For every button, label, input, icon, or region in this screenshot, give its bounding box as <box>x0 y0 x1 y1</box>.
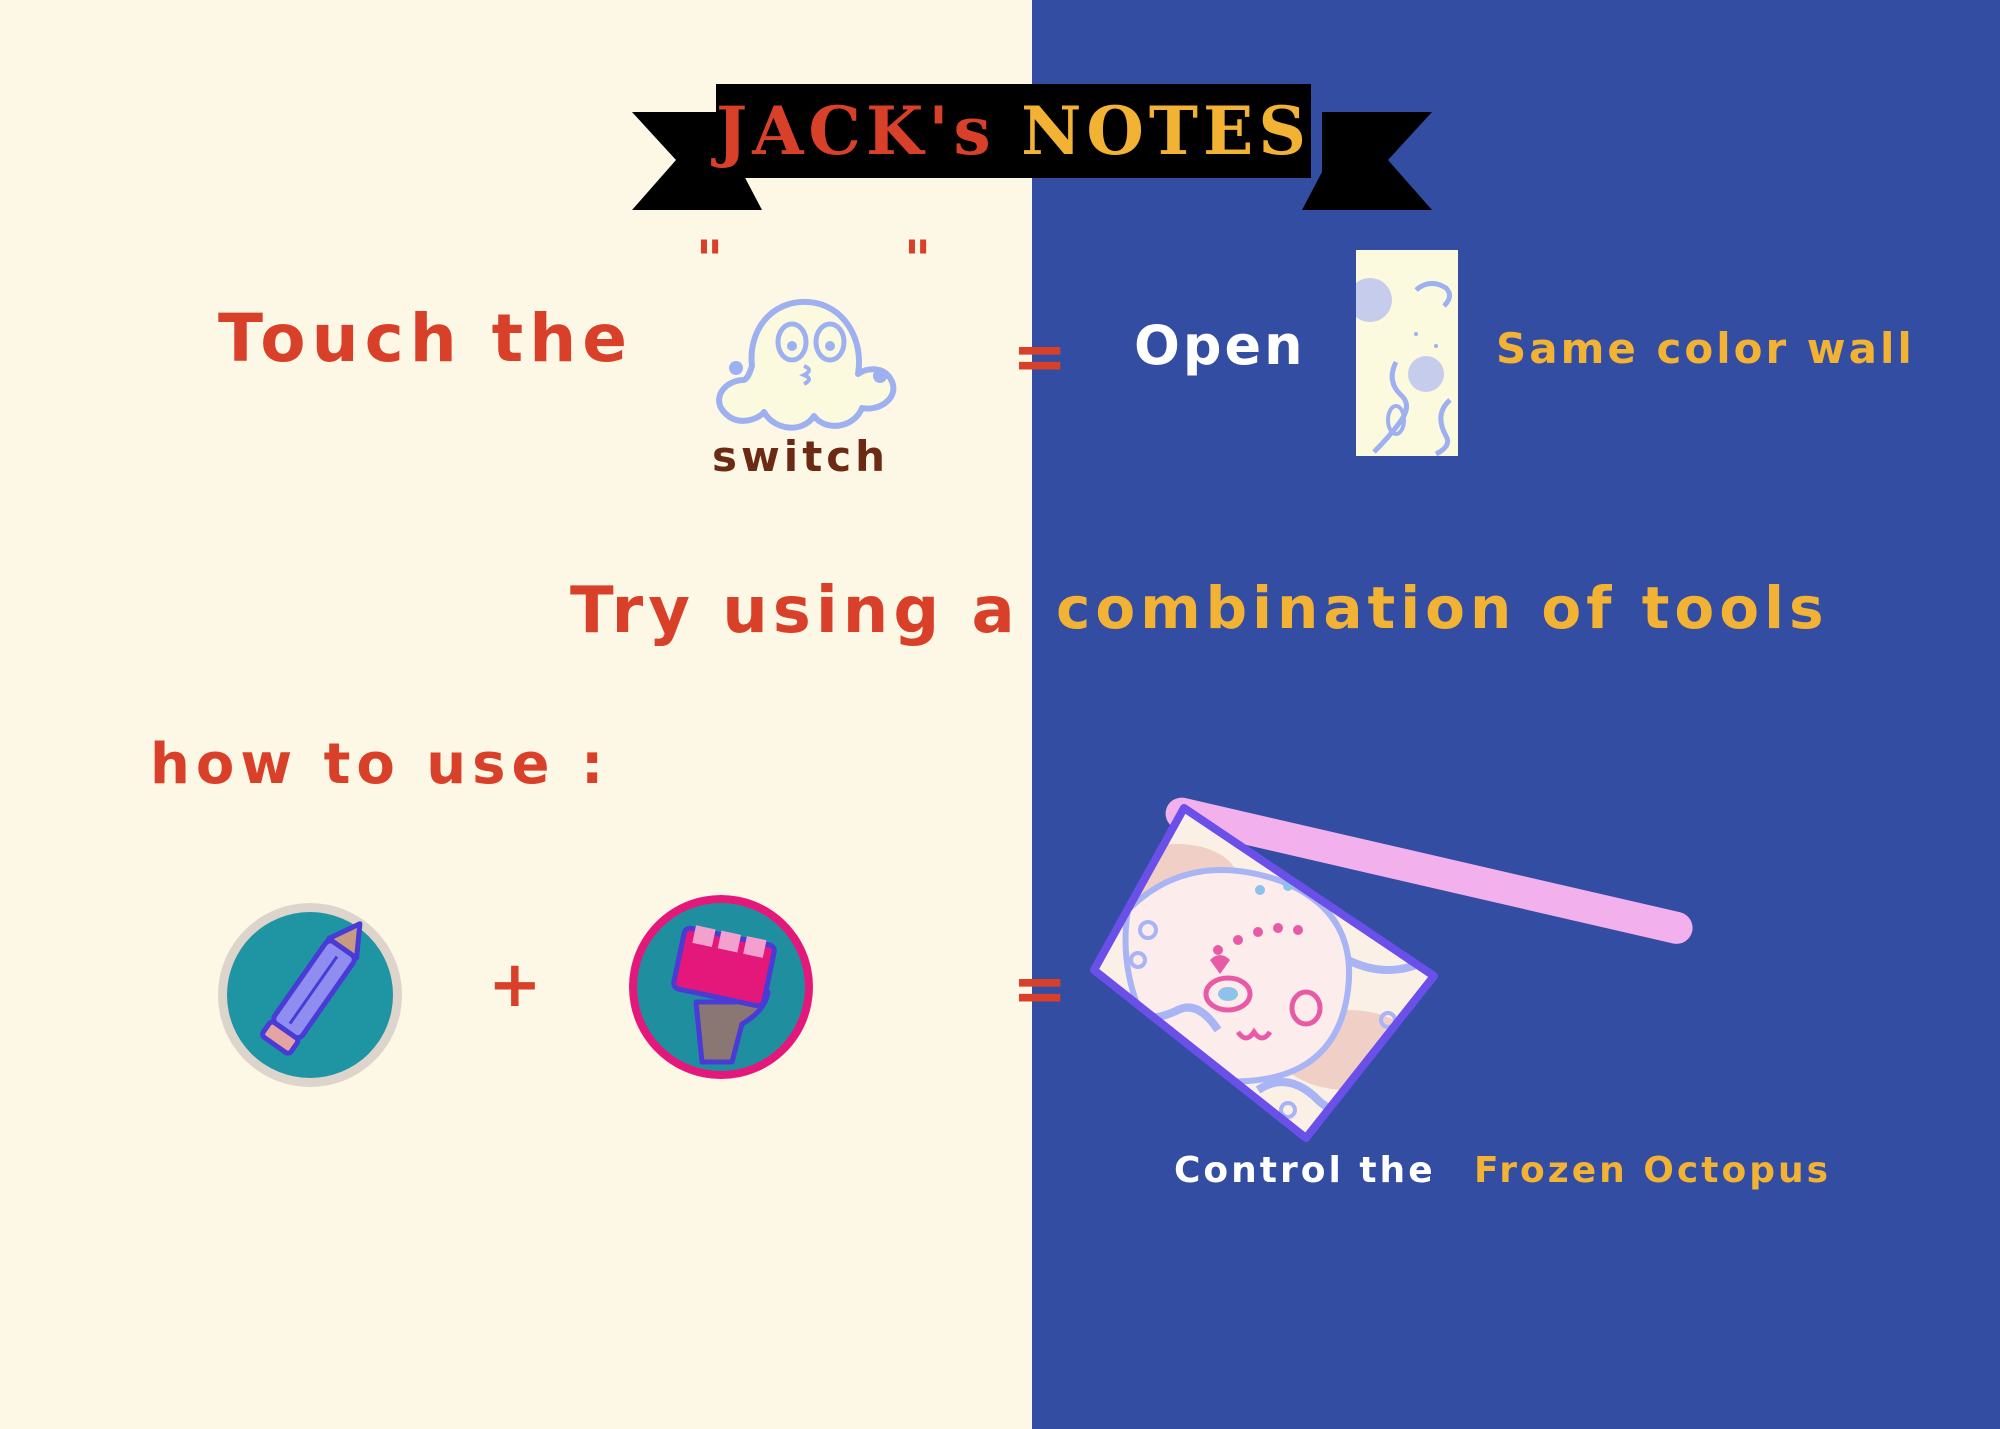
wall-panel-icon[interactable] <box>1356 250 1458 456</box>
open-text: Open <box>1134 314 1306 377</box>
equals-2: = <box>1012 950 1068 1027</box>
howto-label: how to use : <box>150 732 610 797</box>
frozen-octopus-icon[interactable] <box>1088 800 1440 1144</box>
plus-sign: + <box>488 948 542 1022</box>
title-part2: NOTES <box>1021 92 1311 170</box>
pencil-tool-icon[interactable] <box>215 900 405 1090</box>
close-quote: " <box>904 230 932 290</box>
hint-orange: Try using a <box>570 574 1020 648</box>
title-part1: JACK's <box>716 92 996 170</box>
left-panel <box>0 0 1032 1429</box>
wall-label: Same color wall <box>1496 324 1915 373</box>
caption-yellow: Frozen Octopus <box>1474 1150 1832 1191</box>
grab-hand-tool-icon[interactable] <box>626 892 816 1082</box>
touch-text: Touch the <box>218 300 633 377</box>
right-panel <box>1032 0 2000 1429</box>
caption-white: Control the <box>1174 1150 1436 1191</box>
page-title: JACK's NOTES <box>716 84 1311 178</box>
switch-label: switch <box>712 432 890 481</box>
ghost-switch-icon[interactable] <box>704 280 904 440</box>
equals-1: = <box>1012 318 1068 395</box>
hint-yellow: combination of tools <box>1056 574 1829 642</box>
